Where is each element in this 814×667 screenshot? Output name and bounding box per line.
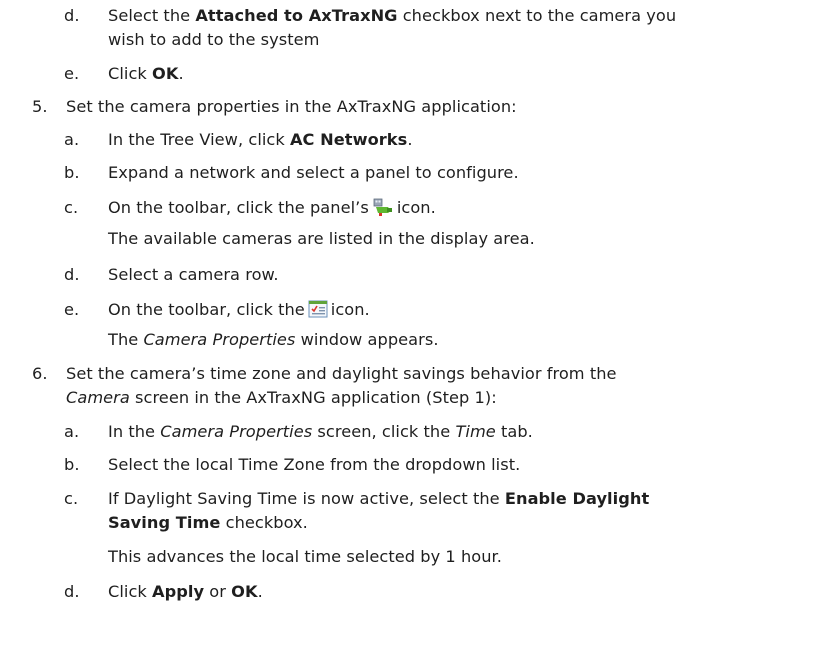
step-marker: d. [64, 6, 80, 25]
bold-term: OK [231, 582, 258, 601]
step-number: 5. [32, 97, 48, 116]
step-marker: e. [64, 300, 80, 319]
bold-term: Apply [152, 582, 205, 601]
bold-term: Enable Daylight [504, 489, 650, 508]
bold-term: Saving Time [108, 513, 221, 532]
step-marker: d. [64, 582, 80, 601]
panel-camera-icon [372, 198, 394, 222]
step-marker: e. [64, 64, 80, 83]
bold-term: AC Networks [289, 130, 408, 149]
step-marker: c. [64, 489, 79, 508]
step-marker: a. [64, 130, 80, 149]
step-marker: b. [64, 455, 80, 474]
step-marker: a. [64, 422, 80, 441]
step-marker: d. [64, 265, 80, 284]
properties-icon [308, 300, 328, 324]
step-marker: b. [64, 163, 80, 182]
document-page: d. Select the Attached to AxTraxNG check… [32, 6, 677, 601]
step-marker: c. [64, 198, 79, 217]
bold-term: Attached to AxTraxNG [195, 6, 398, 25]
step-number: 6. [32, 364, 48, 383]
bold-term: OK [152, 64, 179, 83]
